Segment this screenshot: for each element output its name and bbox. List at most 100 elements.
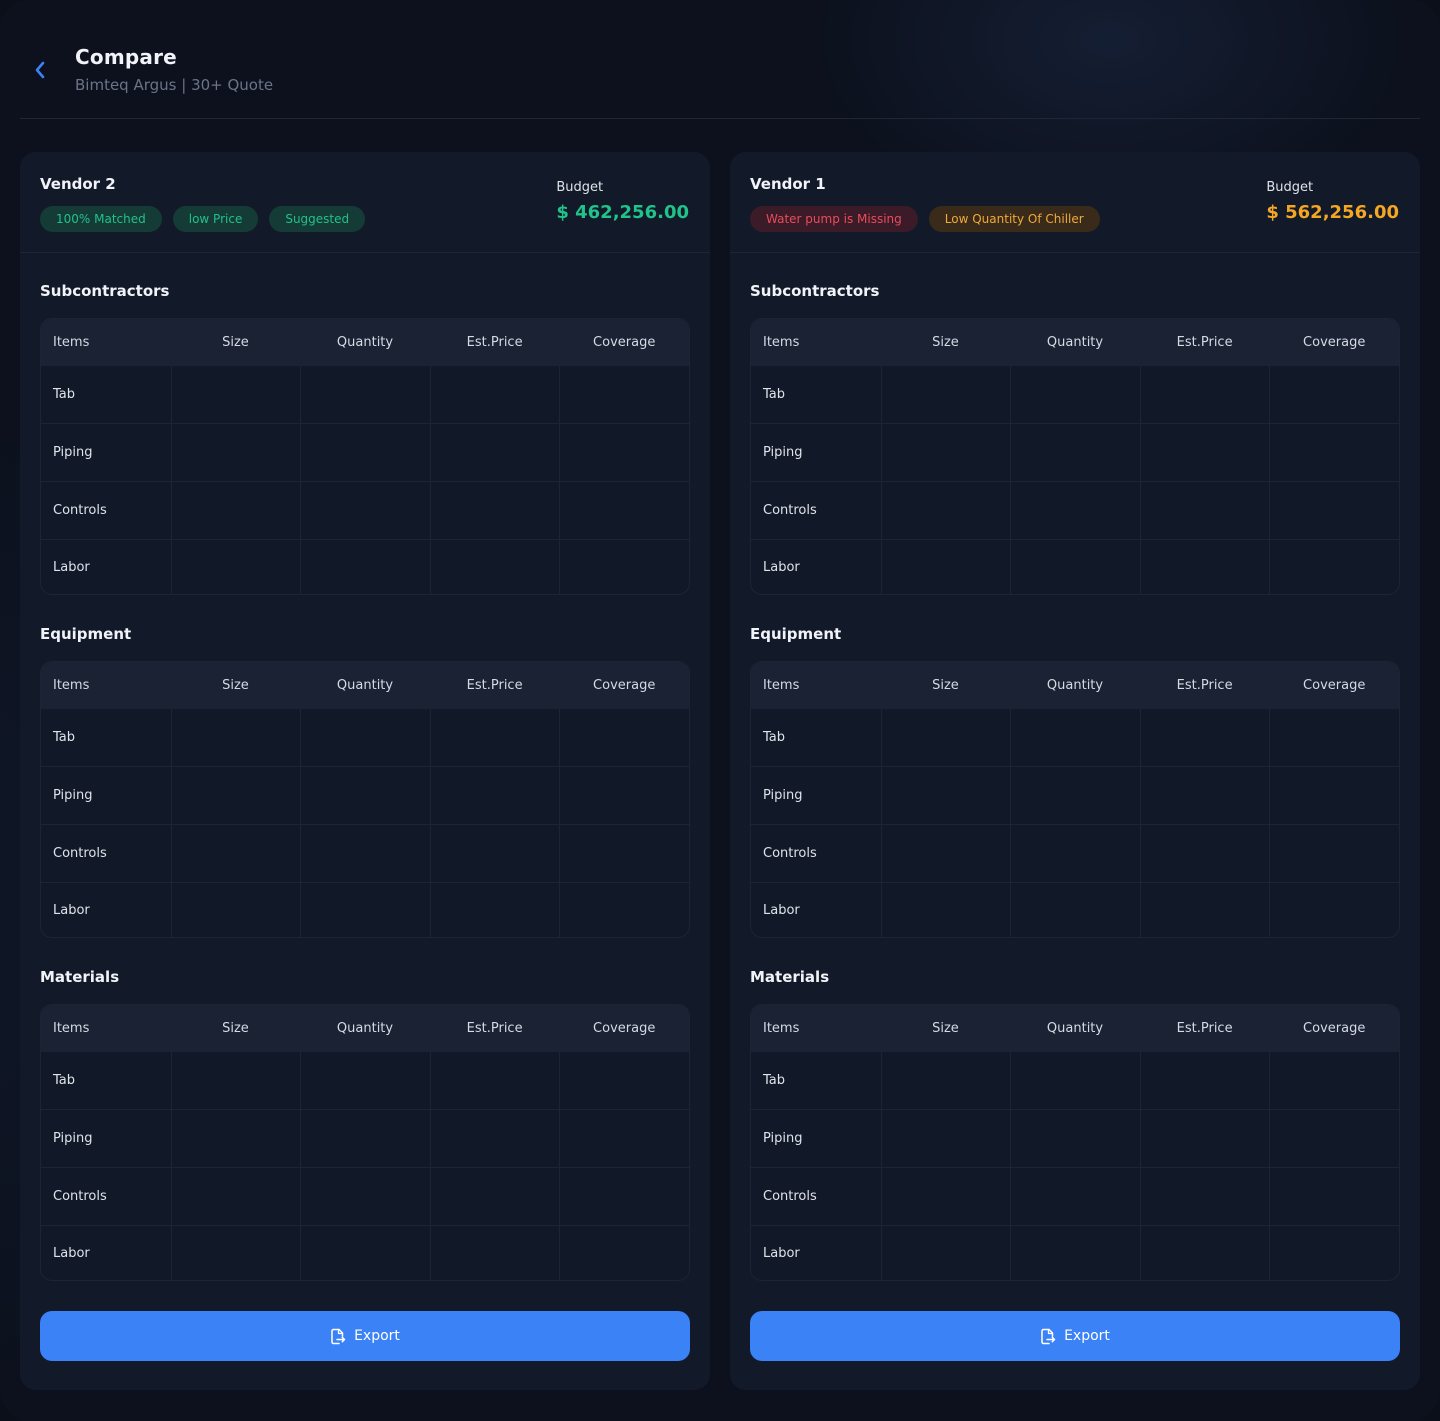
table-row[interactable]: Labor — [41, 1225, 689, 1280]
back-button[interactable] — [28, 56, 52, 84]
table-body: Tab Piping Controls Labor — [751, 709, 1399, 937]
table-row[interactable]: Controls — [751, 1167, 1399, 1225]
table-cell — [1010, 1052, 1140, 1109]
column-header[interactable]: Coverage — [1269, 319, 1399, 366]
table-row[interactable]: Controls — [41, 824, 689, 882]
table-row[interactable]: Labor — [41, 882, 689, 937]
table-cell-item: Labor — [763, 903, 800, 918]
table-cell — [1139, 482, 1270, 539]
budget-value: $ 462,256.00 — [556, 202, 689, 223]
table-row[interactable]: Tab — [751, 1052, 1399, 1109]
table-cell — [880, 482, 1011, 539]
table-row[interactable]: Tab — [41, 1052, 689, 1109]
column-header[interactable]: Items — [751, 1005, 881, 1052]
table-cell — [559, 1226, 689, 1280]
column-header[interactable]: Quantity — [300, 319, 430, 366]
column-header[interactable]: Size — [881, 1005, 1011, 1052]
column-header[interactable]: Coverage — [559, 662, 689, 709]
table-row[interactable]: Piping — [41, 423, 689, 481]
vendor-tags: 100% Matched low Price Suggested — [40, 206, 366, 232]
column-header[interactable]: Quantity — [300, 1005, 430, 1052]
column-header[interactable]: Est.Price — [1140, 319, 1270, 366]
column-header[interactable]: Items — [751, 319, 881, 366]
table-cell-item: Piping — [763, 445, 803, 460]
table-row[interactable]: Labor — [751, 1225, 1399, 1280]
column-header[interactable]: Size — [881, 662, 1011, 709]
table-row[interactable]: Controls — [751, 481, 1399, 539]
table-cell — [559, 366, 689, 423]
table-cell-item: Controls — [53, 503, 107, 518]
table-cell — [429, 366, 560, 423]
table-cell — [429, 883, 560, 937]
table-cell — [559, 767, 689, 824]
vendor-name: Vendor 1 — [750, 175, 826, 193]
table-row[interactable]: Piping — [41, 1109, 689, 1167]
table-cell — [429, 709, 560, 766]
export-button[interactable]: Export — [750, 1311, 1400, 1361]
column-header[interactable]: Coverage — [559, 1005, 689, 1052]
table-cell — [300, 482, 430, 539]
table-cell — [170, 1052, 301, 1109]
table-cell — [880, 1168, 1011, 1225]
table-cell — [300, 1168, 430, 1225]
status-badge: 100% Matched — [40, 206, 162, 232]
table-cell-item: Piping — [53, 445, 93, 460]
column-header[interactable]: Items — [41, 662, 171, 709]
column-header[interactable]: Coverage — [1269, 662, 1399, 709]
table-row[interactable]: Controls — [751, 824, 1399, 882]
column-header[interactable]: Est.Price — [1140, 1005, 1270, 1052]
table-cell — [559, 424, 689, 481]
table-row[interactable]: Piping — [41, 766, 689, 824]
column-header[interactable]: Quantity — [1010, 662, 1140, 709]
file-export-icon — [331, 1328, 346, 1344]
vendor-header: Vendor 1 Water pump is Missing Low Quantit… — [730, 152, 1420, 253]
page-header: Compare Bimteq Argus | 30+ Quote — [20, 0, 1420, 119]
table-row[interactable]: Labor — [41, 539, 689, 594]
column-header[interactable]: Size — [171, 319, 301, 366]
table-row[interactable]: Piping — [751, 766, 1399, 824]
chevron-left-icon — [35, 61, 45, 79]
column-header[interactable]: Quantity — [300, 662, 430, 709]
column-header[interactable]: Items — [41, 1005, 171, 1052]
table-cell — [1010, 883, 1140, 937]
column-header[interactable]: Est.Price — [430, 319, 560, 366]
column-header[interactable]: Size — [171, 1005, 301, 1052]
column-header[interactable]: Items — [41, 319, 171, 366]
table-row[interactable]: Controls — [41, 1167, 689, 1225]
table-cell — [1139, 424, 1270, 481]
column-header[interactable]: Quantity — [1010, 319, 1140, 366]
table-body: Tab Piping Controls Labor — [41, 366, 689, 594]
table-row[interactable]: Tab — [41, 366, 689, 423]
table-cell — [429, 767, 560, 824]
table-cell-item: Controls — [763, 846, 817, 861]
column-header[interactable]: Size — [881, 319, 1011, 366]
column-header[interactable]: Est.Price — [430, 1005, 560, 1052]
column-header[interactable]: Coverage — [559, 319, 689, 366]
table-row[interactable]: Labor — [751, 539, 1399, 594]
column-header[interactable]: Est.Price — [1140, 662, 1270, 709]
table-cell — [300, 825, 430, 882]
table-cell-item: Tab — [53, 1073, 76, 1088]
table-cell — [1010, 1110, 1140, 1167]
table-row[interactable]: Tab — [41, 709, 689, 766]
column-header[interactable]: Est.Price — [430, 662, 560, 709]
export-button[interactable]: Export — [40, 1311, 690, 1361]
table-cell — [559, 1110, 689, 1167]
column-header[interactable]: Coverage — [1269, 1005, 1399, 1052]
table-cell — [559, 883, 689, 937]
table-body: Tab Piping Controls Labor — [751, 1052, 1399, 1280]
column-header[interactable]: Items — [751, 662, 881, 709]
table-cell — [880, 1052, 1011, 1109]
column-header[interactable]: Quantity — [1010, 1005, 1140, 1052]
items-table: Items Size Quantity Est.Price Coverage Tab Pip… — [40, 1004, 690, 1281]
table-row[interactable]: Labor — [751, 882, 1399, 937]
table-body: Tab Piping Controls Labor — [751, 366, 1399, 594]
table-header: Items Size Quantity Est.Price Coverage — [751, 1005, 1399, 1052]
table-row[interactable]: Tab — [751, 709, 1399, 766]
column-header[interactable]: Size — [171, 662, 301, 709]
table-row[interactable]: Piping — [751, 423, 1399, 481]
table-cell — [300, 767, 430, 824]
table-row[interactable]: Controls — [41, 481, 689, 539]
table-row[interactable]: Tab — [751, 366, 1399, 423]
table-row[interactable]: Piping — [751, 1109, 1399, 1167]
